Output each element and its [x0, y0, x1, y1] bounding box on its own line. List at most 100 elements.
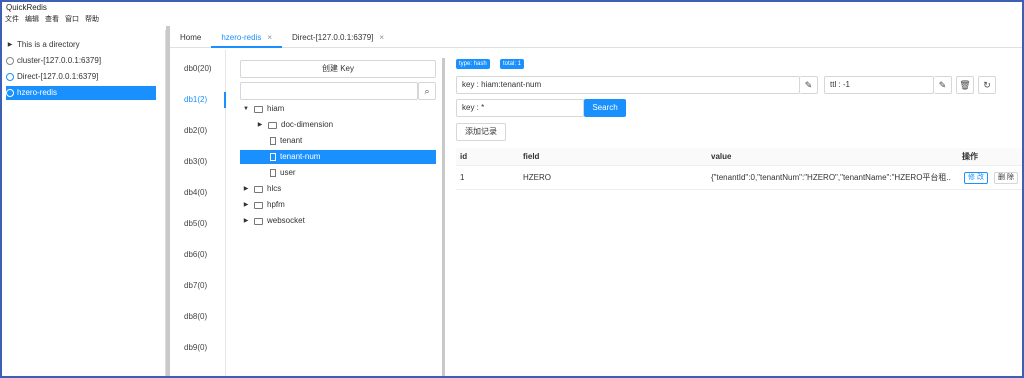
tree-key-tenant-num[interactable]: tenant-num: [240, 150, 436, 164]
folder-icon: [254, 185, 263, 193]
tree-label: hlcs: [267, 184, 282, 193]
file-icon: [270, 137, 276, 145]
tab-bar: Home hzero-redis × Direct-[127.0.0.1:637…: [170, 28, 1022, 48]
tree-folder-hiam[interactable]: ▼ hiam: [242, 102, 284, 116]
folder-icon: [254, 217, 263, 225]
close-icon[interactable]: ×: [267, 28, 272, 46]
caret-right-icon[interactable]: ▶: [6, 38, 14, 52]
close-icon[interactable]: ×: [379, 28, 384, 48]
db-item-5[interactable]: db5(0): [184, 217, 207, 231]
menu-bar: 文件 编辑 查看 窗口 帮助: [2, 14, 1022, 26]
window-title: QuickRedis: [6, 3, 47, 12]
key-name-field[interactable]: key : hiam:tenant-num: [456, 76, 800, 94]
ttl-field[interactable]: ttl : -1: [824, 76, 934, 94]
connection-tree: ▶ This is a directory cluster-[127.0.0.1…: [2, 30, 166, 376]
key-search-input[interactable]: [240, 82, 418, 100]
menu-help[interactable]: 帮助: [82, 14, 102, 26]
tree-label: websocket: [267, 216, 305, 225]
pane-splitter[interactable]: [442, 58, 445, 376]
add-record-button[interactable]: 添加记录: [456, 123, 506, 141]
tree-label: doc-dimension: [281, 120, 334, 129]
folder-icon: [268, 121, 277, 129]
create-key-button[interactable]: 创建 Key: [240, 60, 436, 78]
file-icon: [270, 169, 276, 177]
menu-view[interactable]: 查看: [42, 14, 62, 26]
tab-hzero-redis[interactable]: hzero-redis ×: [211, 28, 283, 48]
check-circle-icon: [6, 73, 14, 81]
db-item-2[interactable]: db2(0): [184, 124, 207, 138]
type-badge: type: hash: [456, 59, 490, 69]
column-header-value: value: [711, 152, 732, 161]
check-circle-icon: [6, 89, 14, 97]
tab-direct[interactable]: Direct-[127.0.0.1:6379] ×: [282, 28, 394, 48]
connection-item-hzero-redis[interactable]: hzero-redis: [6, 86, 156, 100]
db-item-8[interactable]: db8(0): [184, 310, 207, 324]
db-item-3[interactable]: db3(0): [184, 155, 207, 169]
column-header-id: id: [460, 152, 468, 161]
tree-label: hpfm: [267, 200, 285, 209]
tree-label: hiam: [267, 104, 285, 113]
key-name-value: key : hiam:tenant-num: [462, 80, 542, 89]
column-header-field: field: [523, 152, 540, 161]
database-list: db0(20) db1(2) db2(0) db3(0) db4(0) db5(…: [170, 50, 226, 376]
connection-label: cluster-[127.0.0.1:6379]: [17, 56, 102, 65]
db-item-7[interactable]: db7(0): [184, 279, 207, 293]
folder-open-icon: [254, 105, 263, 113]
edit-icon[interactable]: ✎: [800, 76, 818, 94]
table-row: 1 HZERO {"tenantId":0,"tenantNum":"HZERO…: [456, 166, 1022, 190]
refresh-icon[interactable]: ↻: [978, 76, 996, 94]
connection-label: Direct-[127.0.0.1:6379]: [17, 72, 99, 81]
tree-label: tenant-num: [280, 152, 321, 161]
caret-right-icon[interactable]: ▶: [242, 182, 250, 196]
edit-row-button[interactable]: 修 改: [964, 172, 988, 184]
tree-key-tenant[interactable]: tenant: [270, 134, 302, 148]
menu-edit[interactable]: 编辑: [22, 14, 42, 26]
tree-label: user: [280, 168, 296, 177]
connection-item-direct[interactable]: Direct-[127.0.0.1:6379]: [6, 70, 98, 84]
search-button[interactable]: Search: [584, 99, 626, 117]
cell-value: {"tenantId":0,"tenantNum":"HZERO","tenan…: [711, 173, 951, 182]
menu-file[interactable]: 文件: [2, 14, 22, 26]
connection-label: hzero-redis: [17, 88, 58, 97]
delete-icon[interactable]: 🗑: [956, 76, 974, 94]
file-icon: [270, 153, 276, 161]
caret-down-icon[interactable]: ▼: [242, 102, 250, 116]
menu-window[interactable]: 窗口: [62, 14, 82, 26]
connection-item-cluster[interactable]: cluster-[127.0.0.1:6379]: [6, 54, 101, 68]
db-item-0[interactable]: db0(20): [184, 62, 212, 76]
column-header-actions: 操作: [962, 152, 978, 161]
db-active-indicator: [224, 92, 226, 108]
tree-folder-hlcs[interactable]: ▶ hlcs: [242, 182, 282, 196]
db-item-6[interactable]: db6(0): [184, 248, 207, 262]
edit-icon[interactable]: ✎: [934, 76, 952, 94]
db-item-9[interactable]: db9(0): [184, 341, 207, 355]
tree-folder-websocket[interactable]: ▶ websocket: [242, 214, 305, 228]
tab-label: Direct-[127.0.0.1:6379]: [292, 33, 374, 42]
caret-right-icon[interactable]: ▶: [242, 214, 250, 228]
search-icon[interactable]: ⌕: [418, 82, 436, 100]
circle-icon: [6, 57, 14, 65]
cell-id: 1: [460, 173, 465, 182]
tree-label: tenant: [280, 136, 303, 145]
total-badge: total: 1: [500, 59, 525, 69]
tree-key-user[interactable]: user: [270, 166, 296, 180]
caret-right-icon[interactable]: ▶: [256, 118, 264, 132]
filter-value: key : *: [462, 103, 485, 112]
db-item-4[interactable]: db4(0): [184, 186, 207, 200]
connection-item-directory[interactable]: ▶ This is a directory: [6, 38, 80, 52]
app-window: QuickRedis 文件 编辑 查看 窗口 帮助 ▶ This is a di…: [0, 0, 1024, 378]
key-panel: 创建 Key ⌕ ▼ hiam ▶ doc-dimension tenant t…: [234, 58, 442, 376]
tree-folder-doc-dimension[interactable]: ▶ doc-dimension: [256, 118, 333, 132]
filter-input[interactable]: key : *: [456, 99, 584, 117]
tab-label: hzero-redis: [221, 33, 262, 42]
cell-field: HZERO: [523, 173, 551, 182]
tab-home[interactable]: Home: [170, 28, 211, 48]
ttl-value: ttl : -1: [830, 80, 851, 89]
delete-row-button[interactable]: 删 除: [994, 172, 1018, 184]
connection-label: This is a directory: [17, 40, 80, 49]
db-item-1[interactable]: db1(2): [184, 93, 207, 107]
caret-right-icon[interactable]: ▶: [242, 198, 250, 212]
key-detail-panel: type: hash total: 1 key : hiam:tenant-nu…: [448, 52, 1022, 376]
folder-icon: [254, 201, 263, 209]
tree-folder-hpfm[interactable]: ▶ hpfm: [242, 198, 285, 212]
